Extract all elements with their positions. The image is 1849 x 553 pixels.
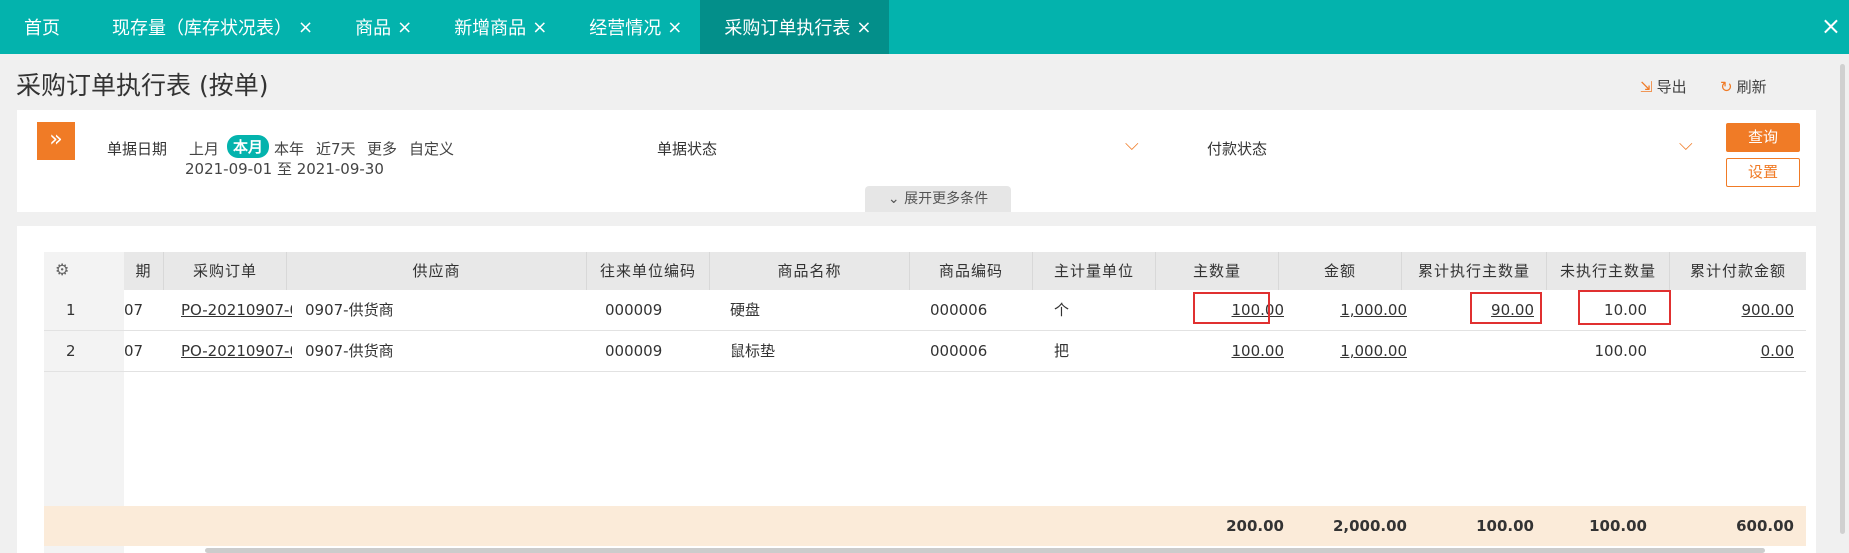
close-icon[interactable]: ×	[856, 17, 871, 38]
close-icon[interactable]: ×	[298, 17, 313, 38]
col-product-code[interactable]: 商品编码	[910, 252, 1033, 290]
row-index: 1	[66, 301, 76, 319]
quick-last-7-days[interactable]: 近7天	[316, 138, 356, 159]
tab-label: 新增商品	[454, 18, 527, 39]
cell-partner-code: 000009	[605, 342, 663, 360]
tab-products[interactable]: 商品 ×	[331, 0, 430, 54]
cell-order-link[interactable]: PO-20210907-0	[181, 331, 292, 371]
close-icon[interactable]: ×	[397, 17, 412, 38]
close-all-icon[interactable]: ×	[1821, 12, 1841, 40]
table-row[interactable]: 2 07 PO-20210907-0 0907-供货商 000009 鼠标垫 0…	[44, 331, 1806, 372]
highlight-box-unexecuted-qty	[1578, 290, 1671, 325]
tab-label: 商品	[355, 18, 392, 39]
cell-date: 07	[124, 342, 144, 360]
cell-unit: 个	[1054, 301, 1070, 319]
cell-product-code: 000006	[930, 301, 988, 319]
total-amount: 2,000.00	[1332, 517, 1407, 535]
quick-this-year[interactable]: 本年	[274, 138, 304, 159]
date-range[interactable]: 2021-09-01 至 2021-09-30	[185, 158, 384, 179]
tab-label: 首页	[24, 18, 60, 39]
tab-purchase-order-execution[interactable]: 采购订单执行表 ×	[700, 0, 890, 54]
quick-this-month[interactable]: 本月	[227, 135, 270, 158]
close-icon[interactable]: ×	[667, 17, 682, 38]
table-panel: ⚙ 期 采购订单 供应商 往来单位编码 商品名称 商品编码 主计量单位 主数量 …	[17, 226, 1816, 553]
quick-more[interactable]: 更多	[367, 138, 397, 159]
total-unexecuted-qty: 100.00	[1589, 517, 1647, 535]
col-partner-code[interactable]: 往来单位编码	[587, 252, 710, 290]
cell-partner-code: 000009	[605, 301, 663, 319]
col-unit[interactable]: 主计量单位	[1033, 252, 1156, 290]
tab-new-product[interactable]: 新增商品 ×	[430, 0, 565, 54]
cell-paid-amount[interactable]: 0.00	[1684, 331, 1794, 371]
tab-home[interactable]: 首页	[0, 0, 88, 54]
cell-executed-qty[interactable]	[1424, 331, 1534, 371]
page-title: 采购订单执行表 (按单)	[16, 71, 269, 100]
vertical-scrollbar[interactable]	[1836, 54, 1849, 553]
col-date[interactable]: 期	[124, 252, 164, 290]
scrollbar-thumb[interactable]	[1840, 64, 1845, 534]
total-executed-qty: 100.00	[1476, 517, 1534, 535]
export-label: 导出	[1656, 78, 1687, 96]
close-icon[interactable]: ×	[532, 17, 547, 38]
tab-inventory[interactable]: 现存量（库存状况表） ×	[88, 0, 331, 54]
settings-button[interactable]: 设置	[1726, 158, 1800, 187]
doc-status-label: 单据状态	[657, 140, 718, 158]
chevron-double-right-icon[interactable]: »	[37, 122, 75, 160]
chevron-double-down-icon: ⌄	[887, 191, 900, 207]
col-order[interactable]: 采购订单	[164, 252, 287, 290]
col-qty[interactable]: 主数量	[1156, 252, 1279, 290]
quick-custom[interactable]: 自定义	[409, 138, 454, 159]
cell-amount[interactable]: 1,000.00	[1254, 331, 1407, 371]
highlight-box-qty	[1193, 292, 1270, 324]
payment-status-label: 付款状态	[1207, 140, 1268, 158]
gear-icon[interactable]: ⚙	[55, 260, 69, 279]
tab-label: 现存量（库存状况表）	[112, 18, 292, 39]
tab-business[interactable]: 经营情况 ×	[565, 0, 700, 54]
cell-amount[interactable]: 1,000.00	[1254, 290, 1407, 330]
col-paid-amount[interactable]: 累计付款金额	[1670, 252, 1806, 290]
cell-product: 鼠标垫	[730, 342, 776, 360]
tab-bar: 首页 现存量（库存状况表） × 商品 × 新增商品 × 经营情况 × 采购订单执…	[0, 0, 1849, 54]
export-icon: ⇲	[1640, 77, 1653, 96]
tab-label: 经营情况	[589, 18, 662, 39]
cell-date: 07	[124, 301, 144, 319]
cell-paid-amount[interactable]: 900.00	[1684, 290, 1795, 330]
refresh-label: 刷新	[1736, 78, 1767, 96]
chevron-down-icon[interactable]: ⌵	[1125, 134, 1139, 155]
total-paid-amount: 600.00	[1736, 517, 1794, 535]
filter-panel: » 单据日期 上月 本月 本年 近7天 更多 自定义 2021-09-01 至 …	[17, 110, 1816, 212]
row-index: 2	[66, 342, 76, 360]
chevron-down-icon[interactable]: ⌵	[1679, 134, 1693, 155]
table-header: 期 采购订单 供应商 往来单位编码 商品名称 商品编码 主计量单位 主数量 金额…	[124, 252, 1806, 290]
cell-supplier: 0907-供货商	[305, 342, 394, 360]
cell-order-link[interactable]: PO-20210907-0	[181, 290, 292, 330]
refresh-icon: ↻	[1720, 77, 1733, 96]
cell-unexecuted-qty: 100.00	[1594, 342, 1648, 360]
quick-last-month[interactable]: 上月	[189, 138, 219, 159]
cell-product: 硬盘	[730, 301, 761, 319]
col-executed-qty[interactable]: 累计执行主数量	[1402, 252, 1547, 290]
summary-row: 200.00 2,000.00 100.00 100.00 600.00	[44, 506, 1806, 546]
expand-more-label: 展开更多条件	[904, 191, 989, 207]
col-product-name[interactable]: 商品名称	[710, 252, 910, 290]
col-unexecuted-qty[interactable]: 未执行主数量	[1547, 252, 1670, 290]
export-button[interactable]: ⇲ 导出	[1640, 76, 1687, 97]
horizontal-scrollbar[interactable]	[205, 548, 1765, 553]
tab-label: 采购订单执行表	[724, 18, 851, 39]
highlight-box-executed-qty	[1470, 292, 1542, 324]
cell-supplier: 0907-供货商	[305, 301, 394, 319]
cell-unit: 把	[1054, 342, 1070, 360]
query-button[interactable]: 查询	[1726, 123, 1800, 152]
date-filter-label: 单据日期	[107, 140, 168, 158]
cell-product-code: 000006	[930, 342, 988, 360]
col-supplier[interactable]: 供应商	[287, 252, 587, 290]
col-amount[interactable]: 金额	[1279, 252, 1402, 290]
refresh-button[interactable]: ↻ 刷新	[1720, 76, 1767, 97]
expand-more-conditions[interactable]: ⌄ 展开更多条件	[865, 186, 1011, 212]
